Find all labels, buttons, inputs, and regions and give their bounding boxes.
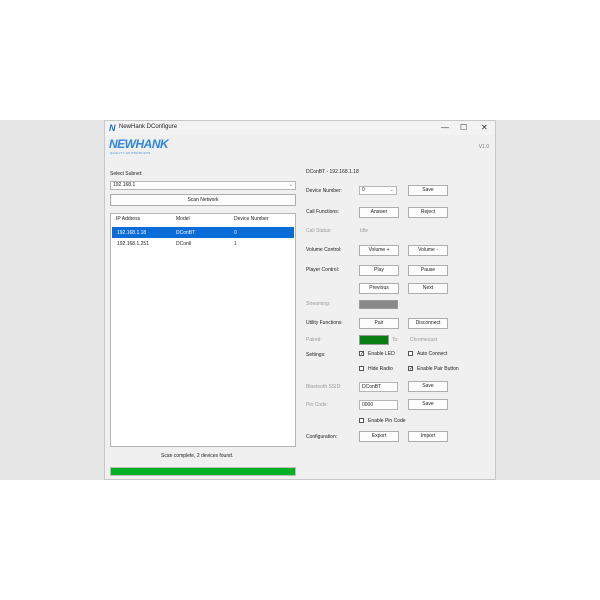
column-header-model[interactable]: Model bbox=[176, 216, 190, 222]
call-status-value: Idle bbox=[360, 228, 369, 234]
paired-indicator bbox=[359, 335, 389, 345]
device-ip: 192.168.1.18 bbox=[117, 230, 147, 236]
device-number-save-button[interactable]: Save bbox=[408, 185, 448, 196]
reject-button[interactable]: Reject bbox=[408, 207, 448, 218]
brand-tagline: QUALITY AV PRODUCTS bbox=[110, 151, 151, 155]
device-number-value: 0 bbox=[362, 187, 365, 193]
pause-button[interactable]: Pause bbox=[408, 265, 448, 276]
title-bar: N NewHank DConfigure — ☐ ✕ bbox=[105, 121, 495, 135]
play-button[interactable]: Play bbox=[359, 265, 399, 276]
chevron-down-icon: ⌄ bbox=[288, 182, 293, 188]
auto-connect-checkbox[interactable] bbox=[408, 351, 413, 356]
enable-pair-button-checkbox[interactable]: ✓ bbox=[408, 366, 413, 372]
bluetooth-ssid-label: Bluetooth SSID: bbox=[306, 384, 342, 390]
pin-code-input[interactable]: 0000 bbox=[359, 400, 398, 410]
streaming-label: Streaming: bbox=[306, 301, 331, 307]
enable-pin-code-checkbox[interactable] bbox=[359, 418, 364, 423]
progress-fill bbox=[111, 468, 295, 475]
table-row[interactable]: 192.168.1.251 DConIi 1 bbox=[112, 238, 294, 249]
settings-label: Settings: bbox=[306, 352, 326, 358]
enable-led-label: Enable LED bbox=[368, 351, 395, 357]
subnet-select[interactable]: 192.168.1 ⌄ bbox=[110, 181, 296, 190]
hide-radio-label: Hide Radio bbox=[368, 366, 393, 372]
app-window: N NewHank DConfigure — ☐ ✕ NEWHANK QUALI… bbox=[104, 120, 496, 480]
enable-pair-button-label: Enable Pair Button bbox=[417, 366, 459, 372]
pin-code-label: Pin Code: bbox=[306, 402, 328, 408]
disconnect-button[interactable]: Disconnect bbox=[408, 318, 448, 329]
call-functions-label: Call Functions: bbox=[306, 209, 340, 215]
device-model: DConBT bbox=[176, 230, 196, 236]
subnet-label: Select Subnet: bbox=[110, 171, 143, 177]
device-ip: 192.168.1.251 bbox=[117, 241, 149, 247]
pair-button[interactable]: Pair bbox=[359, 318, 399, 329]
device-number: 0 bbox=[234, 230, 237, 236]
streaming-indicator bbox=[359, 300, 398, 309]
scan-progress-bar bbox=[110, 467, 296, 476]
subnet-value: 192.168.1 bbox=[113, 182, 136, 188]
device-number-label: Device Number: bbox=[306, 188, 342, 194]
answer-button[interactable]: Answer bbox=[359, 207, 399, 218]
device-number: 1 bbox=[234, 241, 237, 247]
device-header: DConBT - 192.168.1.18 bbox=[306, 169, 359, 175]
scan-status: Scan complete, 2 devices found. bbox=[161, 453, 234, 459]
chevron-down-icon: ⌄ bbox=[389, 187, 394, 193]
paired-label: Paired: bbox=[306, 337, 322, 343]
enable-pin-code-label: Enable Pin Code bbox=[368, 418, 406, 424]
volume-control-label: Volume Control: bbox=[306, 247, 342, 253]
paired-device-name: Chromecast bbox=[410, 337, 437, 343]
player-control-label: Player Control: bbox=[306, 267, 340, 273]
column-header-device-number[interactable]: Device Number bbox=[234, 216, 268, 222]
app-logo-icon: N bbox=[109, 123, 116, 133]
minimize-icon[interactable]: — bbox=[441, 123, 449, 132]
call-status-label: Call Status: bbox=[306, 228, 332, 234]
bluetooth-ssid-input[interactable]: DConBT bbox=[359, 382, 398, 392]
device-list[interactable]: IP Address Model Device Number 192.168.1… bbox=[110, 213, 296, 447]
column-header-ip[interactable]: IP Address bbox=[116, 216, 140, 222]
next-button[interactable]: Next bbox=[408, 283, 448, 294]
previous-button[interactable]: Previous bbox=[359, 283, 399, 294]
pin-save-button[interactable]: Save bbox=[408, 399, 448, 410]
export-button[interactable]: Export bbox=[359, 431, 399, 442]
volume-down-button[interactable]: Volume - bbox=[408, 245, 448, 256]
close-icon[interactable]: ✕ bbox=[481, 123, 488, 132]
utility-functions-label: Utility Functions: bbox=[306, 320, 343, 326]
paired-to-label: To: bbox=[392, 337, 399, 343]
enable-led-checkbox[interactable]: ✓ bbox=[359, 351, 364, 357]
table-row[interactable]: 192.168.1.18 DConBT 0 bbox=[112, 227, 294, 238]
auto-connect-label: Auto Connect bbox=[417, 351, 448, 357]
brand-logo: NEWHANK bbox=[109, 137, 169, 151]
device-model: DConIi bbox=[176, 241, 192, 247]
hide-radio-checkbox[interactable] bbox=[359, 366, 364, 371]
volume-up-button[interactable]: Volume + bbox=[359, 245, 399, 256]
scan-network-button[interactable]: Scan Network bbox=[110, 194, 296, 206]
ssid-save-button[interactable]: Save bbox=[408, 381, 448, 392]
configuration-label: Configuration: bbox=[306, 434, 338, 440]
device-number-select[interactable]: 0 ⌄ bbox=[359, 186, 397, 195]
maximize-icon[interactable]: ☐ bbox=[460, 123, 467, 132]
window-title: NewHank DConfigure bbox=[119, 124, 178, 130]
import-button[interactable]: Import bbox=[408, 431, 448, 442]
version-label: V1.0 bbox=[478, 144, 489, 150]
